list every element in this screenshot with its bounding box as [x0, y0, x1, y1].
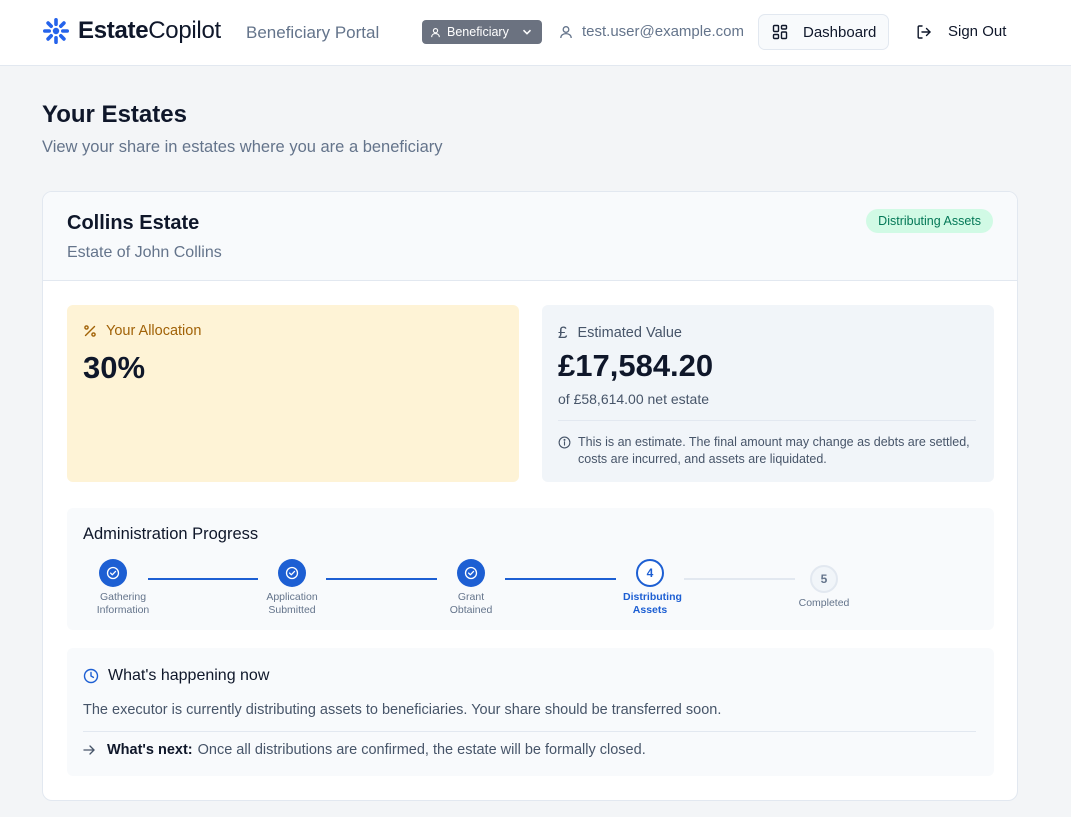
step-connector [326, 578, 437, 580]
progress-title: Administration Progress [83, 525, 259, 543]
top-nav: EstateCopilot Beneficiary Portal Benefic… [0, 0, 1071, 66]
dashboard-button[interactable]: Dashboard [758, 14, 889, 50]
chevron-down-icon [522, 29, 532, 35]
whats-next-text: Once all distributions are confirmed, th… [197, 742, 646, 758]
user-email: test.user@example.com [582, 23, 744, 40]
logo-icon [43, 18, 69, 44]
step-connector [684, 578, 795, 580]
net-estate-text: of £58,614.00 net estate [558, 391, 710, 407]
log-out-icon [917, 24, 931, 39]
logo-text: EstateCopilot [78, 17, 221, 44]
estimated-value-label: £ Estimated Value [558, 323, 682, 342]
arrow-right-icon [83, 745, 95, 755]
page-title: Your Estates [42, 101, 187, 128]
allocation-label: Your Allocation [83, 323, 201, 339]
whats-happening-text: The executor is currently distributing a… [83, 702, 722, 718]
divider [558, 420, 976, 421]
step-label: Grant Obtained [449, 591, 493, 616]
dashboard-icon [772, 24, 788, 40]
step-label: Completed [798, 597, 850, 609]
estate-deceased-name: Estate of John Collins [67, 244, 222, 261]
estate-card: Collins Estate Estate of John Collins Di… [42, 191, 1018, 801]
status-badge: Distributing Assets [866, 209, 993, 233]
step-3-check-icon [457, 559, 485, 587]
whats-happening-title: What's happening now [83, 667, 269, 685]
step-2-check-icon [278, 559, 306, 587]
step-5-number: 5 [810, 565, 838, 593]
pound-icon: £ [558, 323, 568, 342]
estate-name: Collins Estate [67, 212, 200, 234]
user-icon [560, 25, 572, 38]
step-label: Gathering Information [96, 591, 150, 616]
info-icon [558, 436, 571, 449]
user-icon [431, 27, 440, 37]
step-connector [505, 578, 616, 580]
clock-icon [83, 668, 99, 684]
step-label: Application Submitted [266, 591, 318, 616]
dashboard-label: Dashboard [803, 23, 877, 41]
sign-out-button[interactable]: Sign Out [916, 23, 1006, 40]
divider [83, 731, 976, 732]
step-1-check-icon [99, 559, 127, 587]
step-label-current: Distributing Assets [623, 591, 682, 616]
step-connector [148, 578, 258, 580]
allocation-value: 30% [83, 350, 146, 385]
role-switcher-button[interactable]: Beneficiary [422, 20, 542, 44]
administration-progress: Administration Progress 4 5 Gathering In… [67, 508, 994, 630]
portal-label: Beneficiary Portal [246, 23, 380, 42]
user-info: test.user@example.com [559, 23, 744, 40]
estate-card-header: Collins Estate Estate of John Collins Di… [43, 192, 1017, 281]
estimated-amount: £17,584.20 [558, 348, 714, 383]
whats-happening-panel: What's happening now The executor is cur… [67, 648, 994, 776]
page-subtitle: View your share in estates where you are… [42, 138, 443, 156]
estimate-note: This is an estimate. The final amount ma… [558, 434, 984, 467]
whats-next: What's next: Once all distributions are … [83, 742, 646, 758]
role-label: Beneficiary [447, 25, 509, 39]
whats-next-label: What's next: [107, 742, 193, 758]
estimated-value-panel: £ Estimated Value £17,584.20 of £58,614.… [542, 305, 994, 482]
logo[interactable]: EstateCopilot [42, 17, 221, 45]
allocation-panel: Your Allocation 30% [67, 305, 519, 482]
step-4-number: 4 [636, 559, 664, 587]
sign-out-label: Sign Out [948, 23, 1007, 40]
percent-icon [84, 325, 96, 337]
